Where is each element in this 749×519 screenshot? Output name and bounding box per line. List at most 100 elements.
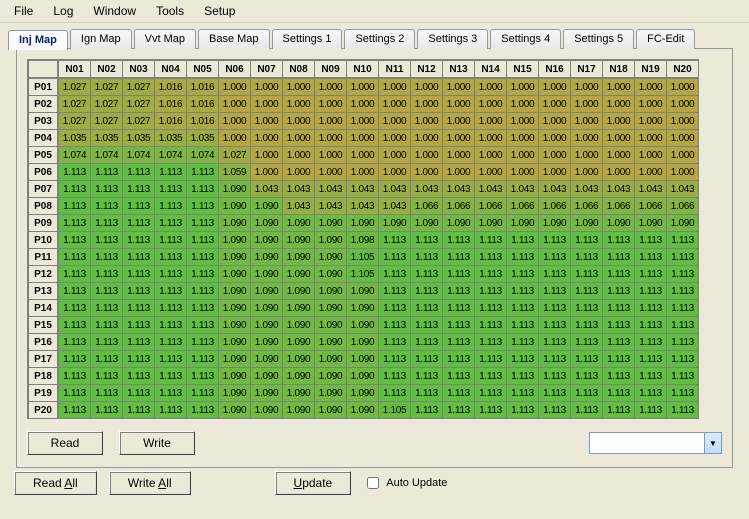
map-cell[interactable]: 1.113 bbox=[155, 215, 187, 232]
map-cell[interactable]: 1.113 bbox=[635, 351, 667, 368]
map-cell[interactable]: 1.090 bbox=[315, 334, 347, 351]
map-cell[interactable]: 1.043 bbox=[283, 181, 315, 198]
map-cell[interactable]: 1.113 bbox=[155, 283, 187, 300]
auto-update-checkbox[interactable] bbox=[367, 477, 379, 489]
map-cell[interactable]: 1.113 bbox=[667, 300, 699, 317]
read-button[interactable]: Read bbox=[27, 431, 103, 455]
map-cell[interactable]: 1.105 bbox=[347, 249, 379, 266]
col-header[interactable]: N01 bbox=[58, 60, 91, 78]
map-cell[interactable]: 1.113 bbox=[411, 283, 443, 300]
map-cell[interactable]: 1.113 bbox=[635, 368, 667, 385]
map-cell[interactable]: 1.000 bbox=[315, 130, 347, 147]
map-cell[interactable]: 1.113 bbox=[475, 266, 507, 283]
map-cell[interactable]: 1.090 bbox=[251, 232, 283, 249]
map-cell[interactable]: 1.113 bbox=[91, 300, 123, 317]
map-cell[interactable]: 1.113 bbox=[411, 368, 443, 385]
row-header[interactable]: P17 bbox=[28, 351, 58, 368]
map-cell[interactable]: 1.113 bbox=[507, 232, 539, 249]
map-cell[interactable]: 1.000 bbox=[571, 130, 603, 147]
map-cell[interactable]: 1.000 bbox=[251, 96, 283, 113]
map-cell[interactable]: 1.090 bbox=[283, 283, 315, 300]
map-cell[interactable]: 1.000 bbox=[539, 78, 571, 96]
tab-settings-4[interactable]: Settings 4 bbox=[490, 29, 561, 49]
auto-update-label[interactable]: Auto Update bbox=[363, 474, 447, 492]
map-cell[interactable]: 1.113 bbox=[475, 283, 507, 300]
map-cell[interactable]: 1.000 bbox=[219, 96, 251, 113]
map-cell[interactable]: 1.090 bbox=[315, 317, 347, 334]
map-cell[interactable]: 1.000 bbox=[251, 147, 283, 164]
map-cell[interactable]: 1.113 bbox=[58, 181, 91, 198]
map-cell[interactable]: 1.113 bbox=[58, 249, 91, 266]
map-cell[interactable]: 1.090 bbox=[283, 402, 315, 419]
col-header[interactable]: N16 bbox=[539, 60, 571, 78]
map-cell[interactable]: 1.113 bbox=[58, 300, 91, 317]
col-header[interactable]: N09 bbox=[315, 60, 347, 78]
col-header[interactable]: N20 bbox=[667, 60, 699, 78]
map-cell[interactable]: 1.090 bbox=[251, 351, 283, 368]
map-cell[interactable]: 1.113 bbox=[187, 351, 219, 368]
map-cell[interactable]: 1.000 bbox=[219, 130, 251, 147]
map-cell[interactable]: 1.000 bbox=[443, 147, 475, 164]
map-cell[interactable]: 1.113 bbox=[571, 232, 603, 249]
map-select-combo[interactable]: ▼ bbox=[589, 432, 722, 454]
map-cell[interactable]: 1.113 bbox=[667, 402, 699, 419]
map-cell[interactable]: 1.090 bbox=[283, 249, 315, 266]
map-cell[interactable]: 1.113 bbox=[443, 300, 475, 317]
map-cell[interactable]: 1.113 bbox=[187, 385, 219, 402]
map-cell[interactable]: 1.113 bbox=[443, 232, 475, 249]
map-cell[interactable]: 1.113 bbox=[507, 351, 539, 368]
map-cell[interactable]: 1.090 bbox=[219, 368, 251, 385]
col-header[interactable]: N07 bbox=[251, 60, 283, 78]
map-cell[interactable]: 1.113 bbox=[123, 385, 155, 402]
map-cell[interactable]: 1.113 bbox=[123, 402, 155, 419]
map-cell[interactable]: 1.090 bbox=[283, 215, 315, 232]
map-cell[interactable]: 1.090 bbox=[347, 215, 379, 232]
map-cell[interactable]: 1.113 bbox=[475, 385, 507, 402]
map-cell[interactable]: 1.000 bbox=[507, 130, 539, 147]
map-cell[interactable]: 1.000 bbox=[635, 164, 667, 181]
map-cell[interactable]: 1.090 bbox=[219, 334, 251, 351]
map-cell[interactable]: 1.090 bbox=[539, 215, 571, 232]
row-header[interactable]: P04 bbox=[28, 130, 58, 147]
map-cell[interactable]: 1.113 bbox=[603, 368, 635, 385]
col-header[interactable]: N03 bbox=[123, 60, 155, 78]
map-cell[interactable]: 1.043 bbox=[603, 181, 635, 198]
map-cell[interactable]: 1.000 bbox=[315, 96, 347, 113]
map-cell[interactable]: 1.113 bbox=[187, 164, 219, 181]
col-header[interactable]: N12 bbox=[411, 60, 443, 78]
map-cell[interactable]: 1.090 bbox=[219, 232, 251, 249]
map-cell[interactable]: 1.113 bbox=[571, 317, 603, 334]
update-button[interactable]: Update bbox=[275, 471, 352, 495]
map-cell[interactable]: 1.000 bbox=[347, 164, 379, 181]
map-cell[interactable]: 1.113 bbox=[507, 402, 539, 419]
map-cell[interactable]: 1.113 bbox=[443, 334, 475, 351]
map-cell[interactable]: 1.000 bbox=[283, 164, 315, 181]
map-cell[interactable]: 1.090 bbox=[251, 334, 283, 351]
map-cell[interactable]: 1.090 bbox=[443, 215, 475, 232]
map-cell[interactable]: 1.000 bbox=[507, 113, 539, 130]
map-cell[interactable]: 1.066 bbox=[475, 198, 507, 215]
map-cell[interactable]: 1.090 bbox=[251, 198, 283, 215]
tab-settings-1[interactable]: Settings 1 bbox=[272, 29, 343, 49]
map-cell[interactable]: 1.090 bbox=[251, 283, 283, 300]
map-cell[interactable]: 1.113 bbox=[571, 283, 603, 300]
map-cell[interactable]: 1.027 bbox=[58, 96, 91, 113]
map-cell[interactable]: 1.113 bbox=[475, 317, 507, 334]
map-cell[interactable]: 1.113 bbox=[635, 249, 667, 266]
map-cell[interactable]: 1.000 bbox=[475, 164, 507, 181]
map-cell[interactable]: 1.090 bbox=[251, 402, 283, 419]
map-cell[interactable]: 1.000 bbox=[539, 130, 571, 147]
map-cell[interactable]: 1.113 bbox=[155, 368, 187, 385]
write-button[interactable]: Write bbox=[119, 431, 195, 455]
map-cell[interactable]: 1.043 bbox=[411, 181, 443, 198]
map-cell[interactable]: 1.074 bbox=[58, 147, 91, 164]
map-cell[interactable]: 1.113 bbox=[667, 317, 699, 334]
map-cell[interactable]: 1.113 bbox=[123, 317, 155, 334]
map-cell[interactable]: 1.113 bbox=[571, 351, 603, 368]
map-cell[interactable]: 1.113 bbox=[155, 317, 187, 334]
map-cell[interactable]: 1.113 bbox=[123, 232, 155, 249]
map-cell[interactable]: 1.113 bbox=[123, 300, 155, 317]
map-cell[interactable]: 1.090 bbox=[283, 300, 315, 317]
tab-fc-edit[interactable]: FC-Edit bbox=[636, 29, 695, 49]
map-cell[interactable]: 1.000 bbox=[603, 147, 635, 164]
